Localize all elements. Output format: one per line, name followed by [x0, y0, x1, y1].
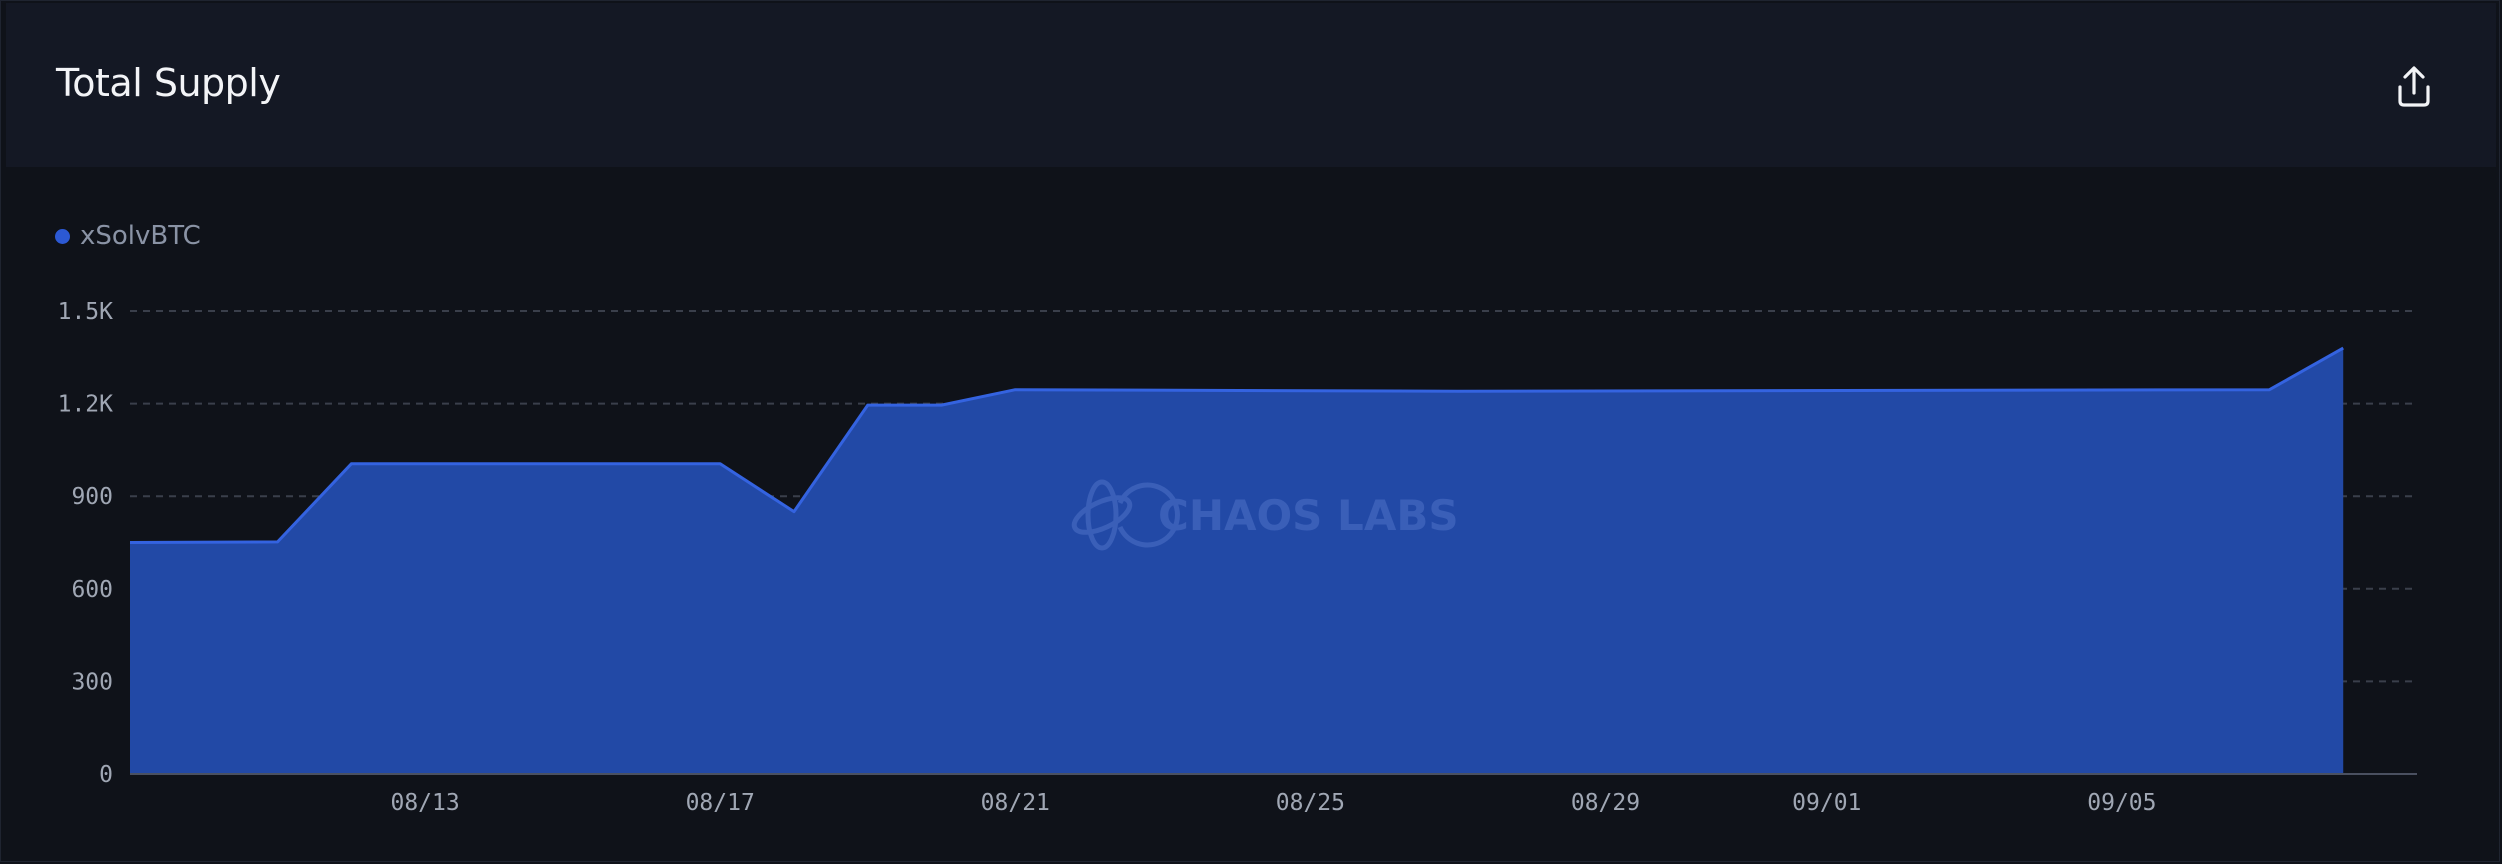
- supply-chart: CHAOS LABS 0 300 600 900 1.2K 1.5K 08/13 08/17 0…: [58, 299, 2417, 816]
- x-tick-label: 09/01: [1792, 790, 1861, 816]
- y-tick-label: 900: [71, 484, 113, 510]
- watermark-text: CHAOS LABS: [1158, 491, 1459, 540]
- watermark: CHAOS LABS: [1071, 479, 1459, 551]
- x-tick-label: 08/13: [390, 790, 459, 816]
- x-tick-label: 08/17: [686, 790, 755, 816]
- series-area: [130, 348, 2344, 774]
- y-tick-label: 0: [99, 762, 113, 788]
- total-supply-card: Total Supply xSolvBTC CHAOS LABS 0 300 600…: [0, 0, 2500, 862]
- x-tick-label: 08/25: [1276, 790, 1345, 816]
- y-tick-label: 600: [71, 577, 113, 603]
- area-layer: [129, 346, 2344, 774]
- x-tick-label: 08/29: [1571, 790, 1640, 816]
- y-tick-label: 300: [71, 669, 113, 695]
- y-tick-label: 1.2K: [58, 392, 114, 418]
- y-tick-label: 1.5K: [58, 299, 114, 325]
- x-tick-label: 08/21: [981, 790, 1050, 816]
- x-tick-label: 09/05: [2087, 790, 2156, 816]
